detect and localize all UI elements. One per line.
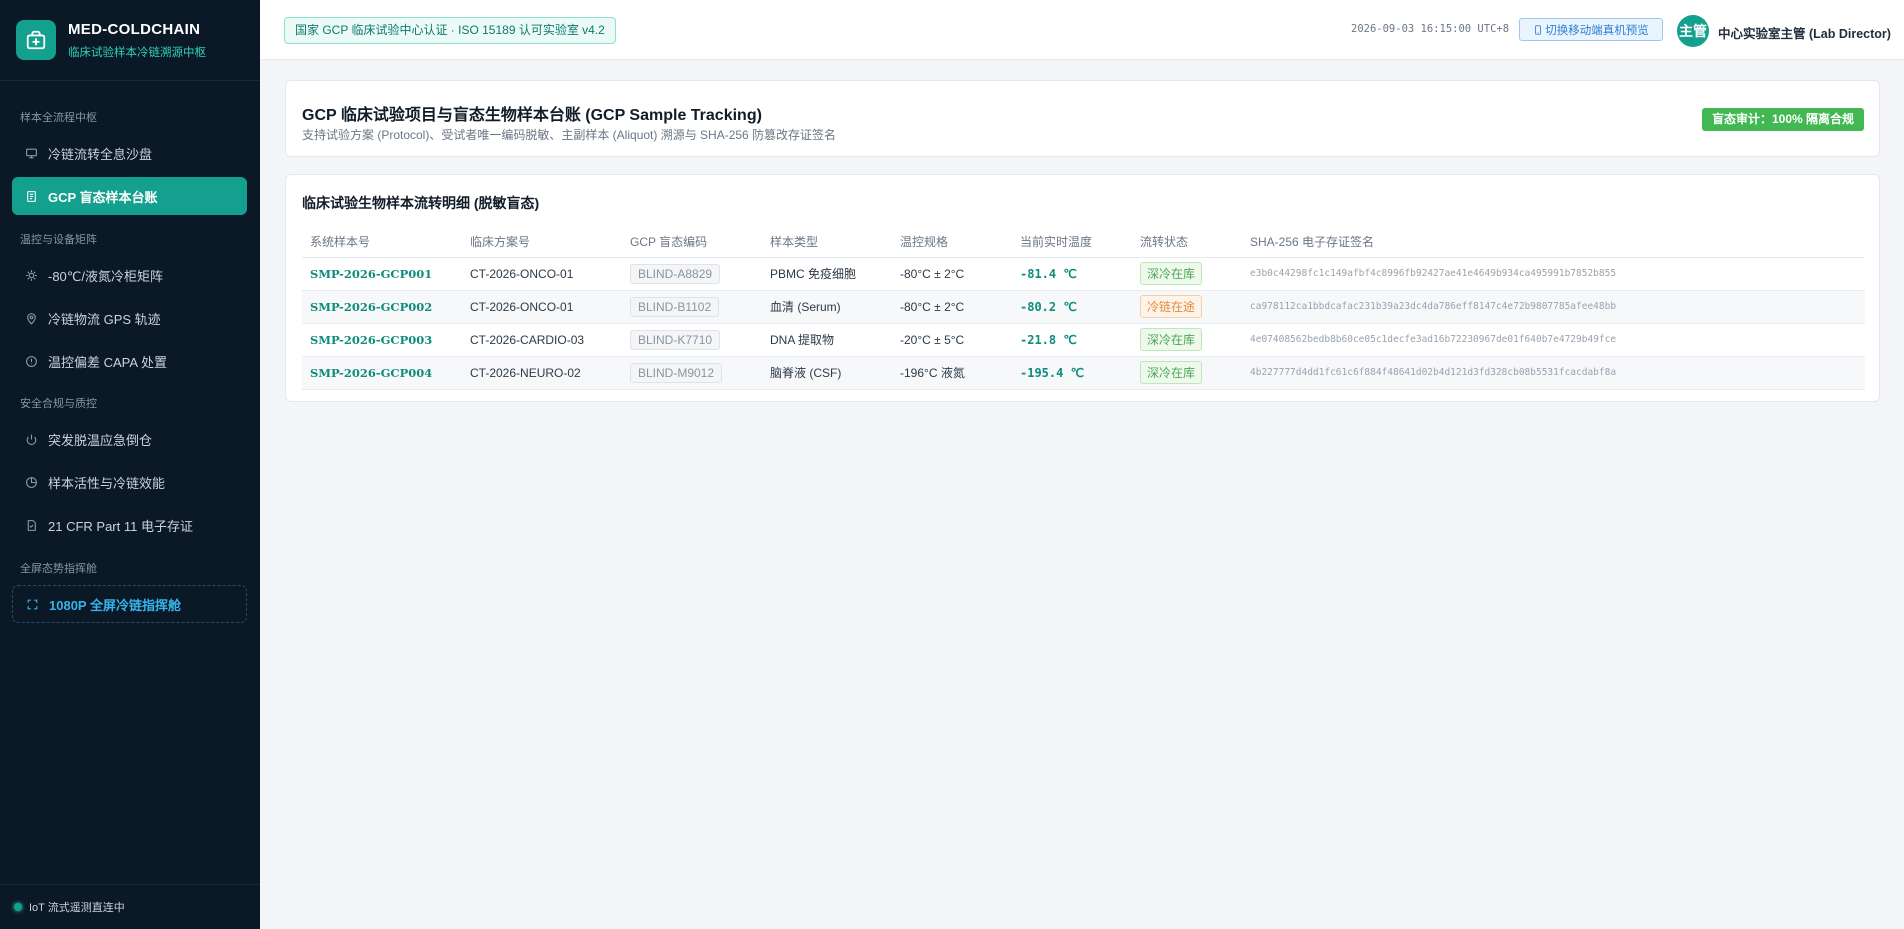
sidebar-item-label: 21 CFR Part 11 电子存证 <box>48 518 193 534</box>
sidebar-item-label: GCP 盲态样本台账 <box>48 189 158 205</box>
sidebar-item-label: 冷链物流 GPS 轨迹 <box>48 311 161 327</box>
nav-group-title: 全屏态势指挥舱 <box>20 563 97 575</box>
protocol-id: CT-2026-CARDIO-03 <box>462 323 622 357</box>
user-name[interactable]: 中心实验室主管 (Lab Director) <box>1718 23 1891 42</box>
blind-code: BLIND-B1102 <box>630 296 720 317</box>
blind-code: BLIND-A8829 <box>630 263 721 284</box>
clock: 2026-09-03 16:15:00 UTC+8 <box>1351 23 1510 35</box>
sample-id[interactable]: SMP-2026-GCP003 <box>302 323 462 357</box>
sample-type: 脑脊液 (CSF) <box>762 356 892 390</box>
temp-spec: -80°C ± 2°C <box>892 290 1012 324</box>
audit-badge: 盲态审计：100% 隔离合规 <box>1701 108 1864 131</box>
document-icon <box>24 189 38 203</box>
map-pin-icon <box>24 311 38 325</box>
brand-name: MED-COLDCHAIN <box>68 20 201 38</box>
column-header: SHA-256 电子存证签名 <box>1242 226 1865 258</box>
sample-id[interactable]: SMP-2026-GCP002 <box>302 290 462 324</box>
status-badge: 冷链在途 <box>1140 295 1203 318</box>
sidebar-item-freezer-matrix[interactable]: -80℃/液氮冷柜矩阵 <box>12 256 247 294</box>
connection-status-text: IoT 流式遥测直连中 <box>29 902 125 914</box>
section-title: 临床试验生物样本流转明细 (脱敏盲态) <box>302 195 540 211</box>
cpu-icon <box>24 268 38 282</box>
column-header: 样本类型 <box>762 226 892 258</box>
monitor-icon <box>24 146 38 160</box>
power-icon <box>24 432 38 446</box>
sidebar-item-capa[interactable]: 温控偏差 CAPA 处置 <box>12 342 247 380</box>
sidebar-item-label: 冷链流转全息沙盘 <box>48 146 153 162</box>
mobile-preview-button[interactable]: 切换移动端真机预览 <box>1519 18 1663 41</box>
column-header: GCP 盲态编码 <box>622 226 762 258</box>
pie-chart-icon <box>24 475 38 489</box>
temp-spec: -20°C ± 5°C <box>892 323 1012 357</box>
table-row[interactable]: SMP-2026-GCP004 CT-2026-NEURO-02 BLIND-M… <box>302 356 1865 390</box>
column-header: 系统样本号 <box>302 226 462 258</box>
current-temperature: -195.4 ℃ <box>1012 356 1132 390</box>
status-dot <box>14 903 22 911</box>
protocol-id: CT-2026-ONCO-01 <box>462 290 622 324</box>
protocol-id: CT-2026-ONCO-01 <box>462 257 622 291</box>
sha256-signature: 4e07408562bedb8b60ce05c1decfe3ad16b72230… <box>1242 323 1865 357</box>
blind-code: BLIND-K7710 <box>630 329 721 350</box>
brand: MED-COLDCHAIN 临床试验样本冷链溯源中枢 <box>0 0 260 81</box>
sidebar-item-label: 突发脱温应急倒仓 <box>48 432 153 448</box>
table-header-row: 系统样本号 临床方案号 GCP 盲态编码 样本类型 温控规格 当前实时温度 流转… <box>302 226 1865 258</box>
column-header: 临床方案号 <box>462 226 622 258</box>
sidebar-item-gps-track[interactable]: 冷链物流 GPS 轨迹 <box>12 299 247 337</box>
sample-detail-card: 临床试验生物样本流转明细 (脱敏盲态) 系统样本号 临床方案号 GCP 盲态编码… <box>285 174 1880 402</box>
certification-badge: 国家 GCP 临床试验中心认证 · ISO 15189 认可实验室 v4.2 <box>284 17 616 44</box>
sidebar-item-label: 1080P 全屏冷链指挥舱 <box>49 597 181 613</box>
page-subtitle: 支持试验方案 (Protocol)、受试者唯一编码脱敏、主副样本 (Aliquo… <box>302 128 837 142</box>
mobile-preview-label: 切换移动端真机预览 <box>1545 24 1649 37</box>
temp-spec: -196°C 液氮 <box>892 356 1012 390</box>
page-title: GCP 临床试验项目与盲态生物样本台账 (GCP Sample Tracking… <box>302 107 762 124</box>
status-badge: 深冷在库 <box>1140 361 1203 384</box>
sidebar-item-label: -80℃/液氮冷柜矩阵 <box>48 268 164 284</box>
table-row[interactable]: SMP-2026-GCP001 CT-2026-ONCO-01 BLIND-A8… <box>302 257 1865 291</box>
sha256-signature: e3b0c44298fc1c149afbf4c8996fb92427ae41e4… <box>1242 257 1865 291</box>
table-row[interactable]: SMP-2026-GCP002 CT-2026-ONCO-01 BLIND-B1… <box>302 290 1865 324</box>
nav-group-title: 温控与设备矩阵 <box>20 234 97 246</box>
temp-spec: -80°C ± 2°C <box>892 257 1012 291</box>
current-temperature: -81.4 ℃ <box>1012 257 1132 291</box>
sample-id[interactable]: SMP-2026-GCP004 <box>302 356 462 390</box>
status-badge: 深冷在库 <box>1140 262 1203 285</box>
sidebar-item-label: 温控偏差 CAPA 处置 <box>48 354 167 370</box>
sidebar-item-label: 样本活性与冷链效能 <box>48 475 166 491</box>
sidebar: MED-COLDCHAIN 临床试验样本冷链溯源中枢 样本全流程中枢 冷链流转全… <box>0 0 260 929</box>
table-row[interactable]: SMP-2026-GCP003 CT-2026-CARDIO-03 BLIND-… <box>302 323 1865 357</box>
nav-group-title: 样本全流程中枢 <box>20 112 97 124</box>
sidebar-item-e-record[interactable]: 21 CFR Part 11 电子存证 <box>12 506 247 544</box>
fullscreen-icon <box>25 597 39 611</box>
sample-type: DNA 提取物 <box>762 323 892 357</box>
mobile-icon <box>1533 24 1543 36</box>
current-temperature: -80.2 ℃ <box>1012 290 1132 324</box>
nav-group-title: 安全合规与质控 <box>20 398 97 410</box>
sidebar-item-sandbox[interactable]: 冷链流转全息沙盘 <box>12 134 247 172</box>
sidebar-item-command-center[interactable]: 1080P 全屏冷链指挥舱 <box>12 585 247 623</box>
connection-status: IoT 流式遥测直连中 <box>0 884 260 929</box>
protocol-id: CT-2026-NEURO-02 <box>462 356 622 390</box>
column-header: 流转状态 <box>1132 226 1242 258</box>
brand-subtitle: 临床试验样本冷链溯源中枢 <box>68 46 206 59</box>
sha256-signature: ca978112ca1bbdcafac231b39a23dc4da786eff8… <box>1242 290 1865 324</box>
overview-card: GCP 临床试验项目与盲态生物样本台账 (GCP Sample Tracking… <box>285 80 1880 157</box>
sidebar-item-efficiency[interactable]: 样本活性与冷链效能 <box>12 463 247 501</box>
alert-circle-icon <box>24 354 38 368</box>
file-check-icon <box>24 518 38 532</box>
sample-type: 血清 (Serum) <box>762 290 892 324</box>
status-badge: 深冷在库 <box>1140 328 1203 351</box>
column-header: 温控规格 <box>892 226 1012 258</box>
sidebar-item-gcp-ledger[interactable]: GCP 盲态样本台账 <box>12 177 247 215</box>
avatar[interactable]: 主管 <box>1677 15 1709 47</box>
sample-table: 系统样本号 临床方案号 GCP 盲态编码 样本类型 温控规格 当前实时温度 流转… <box>302 226 1865 390</box>
sha256-signature: 4b227777d4dd1fc61c6f884f48641d02b4d121d3… <box>1242 356 1865 390</box>
sample-type: PBMC 免疫细胞 <box>762 257 892 291</box>
sidebar-item-emergency[interactable]: 突发脱温应急倒仓 <box>12 420 247 458</box>
column-header: 当前实时温度 <box>1012 226 1132 258</box>
blind-code: BLIND-M9012 <box>630 362 723 383</box>
top-header: 国家 GCP 临床试验中心认证 · ISO 15189 认可实验室 v4.2 2… <box>260 0 1904 60</box>
sample-id[interactable]: SMP-2026-GCP001 <box>302 257 462 291</box>
current-temperature: -21.8 ℃ <box>1012 323 1132 357</box>
medical-kit-icon <box>16 20 56 60</box>
